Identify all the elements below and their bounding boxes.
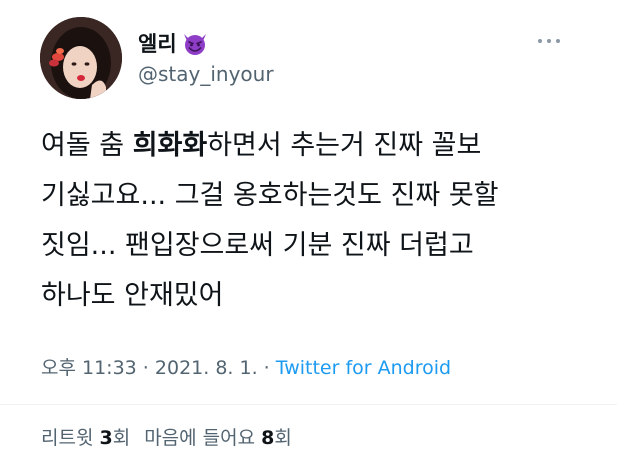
display-name-row[interactable]: 엘리	[138, 27, 209, 59]
tweet-meta: 오후 11:33 · 2021. 8. 1. · Twitter for And…	[41, 353, 451, 380]
likes-stat[interactable]: 마음에 들어요 8회	[144, 427, 292, 449]
tweet-card: 엘리 @stay_inyour 여돌 춤 희화화하면서 추는거 진짜 꼴보 기싫…	[0, 0, 617, 463]
meta-separator: ·	[136, 357, 155, 379]
retweets-unit: 회	[112, 427, 131, 449]
retweets-stat[interactable]: 리트윗 3회	[41, 427, 130, 449]
tweet-text-bold: 희화화	[132, 130, 208, 161]
likes-count: 8	[261, 427, 275, 449]
retweets-count: 3	[99, 427, 113, 449]
tweet-text-part1: 여돌 춤	[41, 130, 133, 161]
avatar-image	[40, 17, 122, 99]
likes-unit: 회	[274, 427, 292, 449]
more-dots-icon[interactable]	[538, 35, 564, 47]
dot-icon	[547, 39, 551, 43]
meta-separator: ·	[257, 357, 276, 379]
divider	[0, 404, 617, 405]
tweet-text: 여돌 춤 희화화하면서 추는거 진짜 꼴보 기싫고요... 그걸 옹호하는것도 …	[41, 121, 591, 321]
tweet-time[interactable]: 오후 11:33	[41, 357, 137, 379]
dot-icon	[556, 39, 560, 43]
display-name[interactable]: 엘리	[138, 28, 177, 58]
user-handle[interactable]: @stay_inyour	[138, 62, 274, 86]
smiling-devil-emoji-icon	[181, 29, 209, 57]
tweet-source-link[interactable]: Twitter for Android	[276, 357, 451, 379]
tweet-stats: 리트윗 3회 마음에 들어요 8회	[41, 423, 292, 450]
avatar[interactable]	[40, 17, 122, 99]
likes-label: 마음에 들어요	[144, 427, 262, 449]
tweet-date[interactable]: 2021. 8. 1.	[155, 357, 258, 379]
dot-icon	[538, 39, 542, 43]
retweets-label: 리트윗	[41, 427, 100, 449]
